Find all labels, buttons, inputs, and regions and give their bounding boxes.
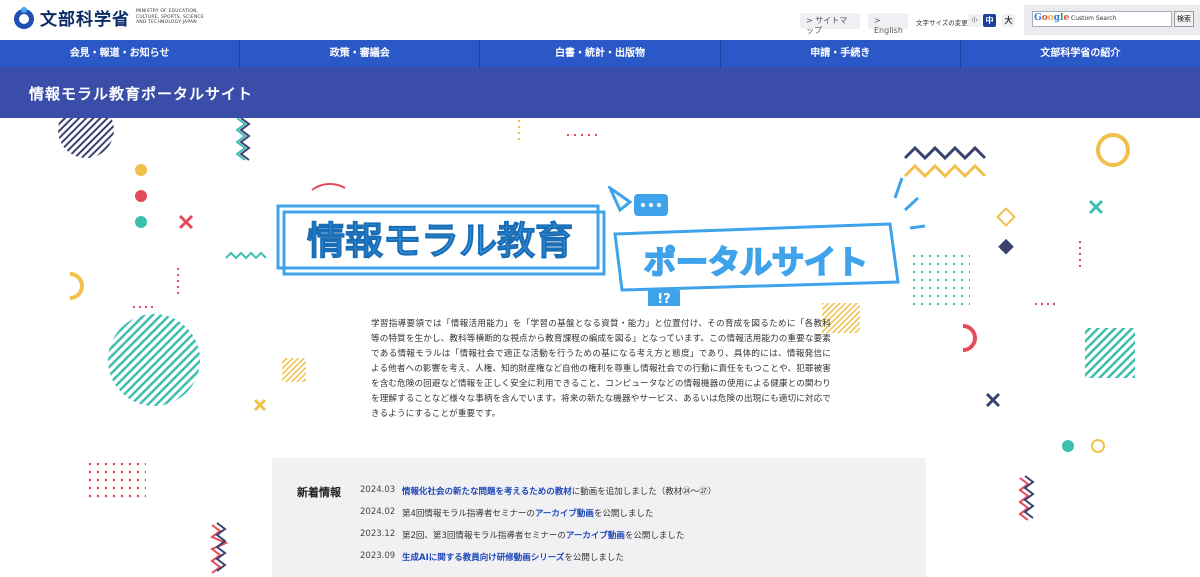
font-size-large-button[interactable]: 大: [1002, 14, 1015, 27]
news-link[interactable]: 生成AIに関する教員向け研修動画シリーズ: [402, 551, 564, 563]
nav-item-applications[interactable]: 申請・手続き: [721, 40, 961, 67]
news-item: 2023.09 生成AIに関する教員向け研修動画シリーズ を公開しました: [360, 551, 624, 563]
ministry-name: 文部科学省: [40, 10, 130, 30]
news-text-pre: 第2回、第3回情報モラル指導者セミナーの: [402, 531, 566, 541]
news-item: 2024.02 第4回情報モラル指導者セミナーの アーカイブ動画 を公開しました: [360, 507, 653, 519]
site-search: Custom Search Google 検索: [1024, 5, 1200, 35]
news-link[interactable]: 情報化社会の新たな問題を考えるための教材: [402, 485, 572, 497]
nav-item-publications[interactable]: 白書・統計・出版物: [480, 40, 721, 67]
nav-item-about[interactable]: 文部科学省の紹介: [961, 40, 1200, 67]
google-logo: Google: [1034, 13, 1070, 23]
news-text-post: に動画を追加しました（教材㉔〜㉗）: [571, 487, 717, 497]
news-text-post: を公開しました: [593, 509, 654, 519]
ministry-name-en: MINISTRY OF EDUCATION, CULTURE, SPORTS, …: [136, 9, 204, 26]
news-link[interactable]: アーカイブ動画: [535, 507, 594, 519]
news-text-pre: 第4回情報モラル指導者セミナーの: [402, 509, 535, 519]
news-text-post: を公開しました: [624, 531, 685, 541]
news-item: 2023.12 第2回、第3回情報モラル指導者セミナーの アーカイブ動画 を公開…: [360, 529, 684, 541]
page-title-band: 情報モラル教育ポータルサイト: [0, 67, 1200, 118]
intro-text: 学習指導要領では「情報活用能力」を「学習の基盤となる資質・能力」と位置付け、その…: [371, 319, 831, 419]
font-size-label: 文字サイズの変更: [916, 19, 968, 27]
sitemap-link[interactable]: > サイトマップ: [800, 13, 860, 35]
global-nav: 会見・報道・お知らせ 政策・審議会 白書・統計・出版物 申請・手続き 文部科学省…: [0, 40, 1200, 67]
ministry-emblem-icon: [12, 6, 36, 30]
nav-item-press[interactable]: 会見・報道・お知らせ: [0, 40, 241, 67]
news-date: 2024.03: [360, 485, 396, 495]
page-title: 情報モラル教育ポータルサイト: [29, 85, 254, 103]
news-date: 2023.09: [360, 551, 396, 561]
news-item: 2024.03 情報化社会の新たな問題を考えるための教材 に動画を追加しました（…: [360, 485, 716, 497]
news-heading: 新着情報: [297, 486, 341, 499]
english-link[interactable]: > English: [868, 13, 908, 35]
nav-item-policy[interactable]: 政策・審議会: [240, 40, 481, 67]
news-date: 2024.02: [360, 507, 396, 517]
search-button[interactable]: 検索: [1174, 11, 1194, 27]
hero-section: 情報モラル教育 ポータルサイト !? 学習指導要領では「情報活用能力」を「学習の…: [0, 118, 1200, 577]
font-size-small-button[interactable]: 小: [968, 14, 981, 27]
news-section: 新着情報 2024.03 情報化社会の新たな問題を考えるための教材 に動画を追加…: [272, 458, 926, 577]
news-date: 2023.12: [360, 529, 396, 539]
news-text-post: を公開しました: [564, 553, 624, 563]
hero-logo-mark: !?: [657, 292, 670, 306]
hero-logo-line2: ポータルサイト: [644, 243, 868, 281]
hero-logo: 情報モラル教育 ポータルサイト !?: [276, 186, 900, 306]
hero-logo-line1: 情報モラル教育: [307, 219, 573, 263]
font-size-medium-button[interactable]: 中: [983, 14, 996, 27]
site-header: 文部科学省 MINISTRY OF EDUCATION, CULTURE, SP…: [0, 0, 1200, 40]
news-link[interactable]: アーカイブ動画: [566, 529, 625, 541]
ministry-logo[interactable]: 文部科学省 MINISTRY OF EDUCATION, CULTURE, SP…: [12, 5, 216, 30]
